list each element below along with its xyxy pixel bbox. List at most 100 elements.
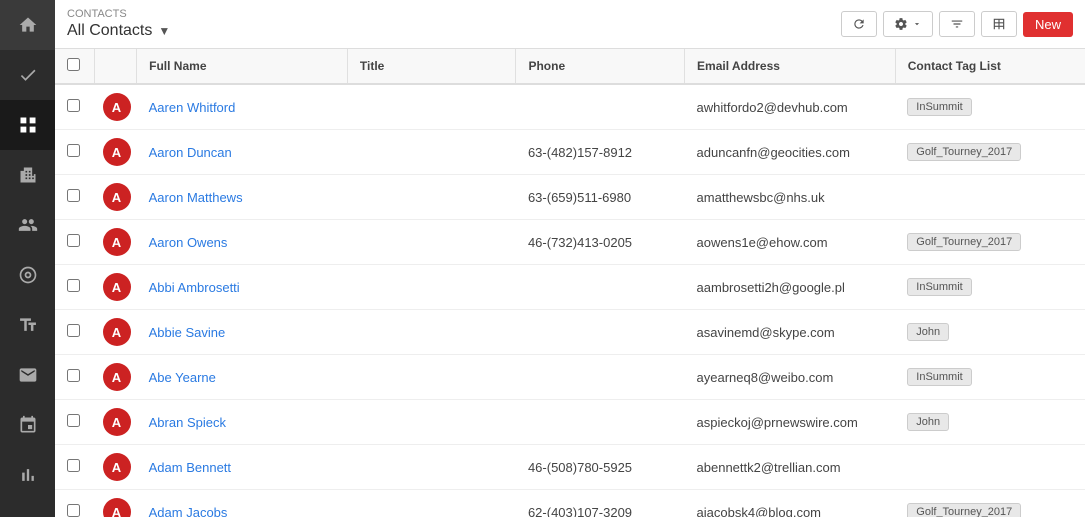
toolbar-buttons: New xyxy=(841,11,1073,37)
row-name[interactable]: Abbie Savine xyxy=(137,310,348,355)
row-phone: 46-(732)413-0205 xyxy=(516,220,685,265)
check-icon xyxy=(18,65,38,85)
text-icon xyxy=(18,315,38,335)
row-checkbox[interactable] xyxy=(67,279,80,292)
columns-button[interactable] xyxy=(981,11,1017,37)
table-row: A Abbi Ambrosetti aambrosetti2h@google.p… xyxy=(55,265,1085,310)
row-name[interactable]: Aaron Matthews xyxy=(137,175,348,220)
row-name[interactable]: Adam Jacobs xyxy=(137,490,348,517)
select-all-checkbox[interactable] xyxy=(67,58,80,71)
row-checkbox[interactable] xyxy=(67,324,80,337)
sidebar-item-email[interactable] xyxy=(0,350,55,400)
sidebar-item-people[interactable] xyxy=(0,200,55,250)
row-tags xyxy=(895,175,1085,220)
table-row: A Aaron Matthews 63-(659)511-6980 amatth… xyxy=(55,175,1085,220)
row-title xyxy=(347,265,516,310)
people-icon xyxy=(18,215,38,235)
row-checkbox-cell xyxy=(55,445,95,490)
sidebar-item-home[interactable] xyxy=(0,0,55,50)
refresh-button[interactable] xyxy=(841,11,877,37)
avatar: A xyxy=(103,273,131,301)
tag-badge[interactable]: Golf_Tourney_2017 xyxy=(907,143,1021,161)
row-email: awhitfordo2@devhub.com xyxy=(685,84,896,130)
tag-badge[interactable]: InSummit xyxy=(907,368,971,386)
filter-button[interactable] xyxy=(939,11,975,37)
sidebar-item-text[interactable] xyxy=(0,300,55,350)
row-title xyxy=(347,175,516,220)
row-tags: InSummit xyxy=(895,265,1085,310)
new-button[interactable]: New xyxy=(1023,12,1073,37)
columns-icon xyxy=(992,17,1006,31)
row-name[interactable]: Abran Spieck xyxy=(137,400,348,445)
title-dropdown-icon[interactable]: ▼ xyxy=(158,24,170,38)
sidebar-item-contacts[interactable] xyxy=(0,100,55,150)
row-checkbox[interactable] xyxy=(67,99,80,112)
row-phone xyxy=(516,310,685,355)
row-title xyxy=(347,130,516,175)
row-phone: 63-(482)157-8912 xyxy=(516,130,685,175)
tag-badge[interactable]: InSummit xyxy=(907,98,971,116)
page-title: All Contacts xyxy=(67,22,152,40)
row-checkbox-cell xyxy=(55,490,95,517)
header-bar: CONTACTS All Contacts ▼ New xyxy=(55,0,1085,49)
refresh-icon xyxy=(852,17,866,31)
avatar: A xyxy=(103,318,131,346)
row-email: asavinemd@skype.com xyxy=(685,310,896,355)
sidebar-item-reports[interactable] xyxy=(0,450,55,500)
sidebar-item-calendar[interactable] xyxy=(0,400,55,450)
row-name[interactable]: Aaren Whitford xyxy=(137,84,348,130)
row-name[interactable]: Aaron Owens xyxy=(137,220,348,265)
row-name[interactable]: Adam Bennett xyxy=(137,445,348,490)
table-row: A Abran Spieck aspieckoj@prnewswire.com … xyxy=(55,400,1085,445)
home-icon xyxy=(18,15,38,35)
row-checkbox[interactable] xyxy=(67,189,80,202)
row-checkbox-cell xyxy=(55,130,95,175)
row-checkbox[interactable] xyxy=(67,459,80,472)
row-phone xyxy=(516,400,685,445)
row-title xyxy=(347,445,516,490)
row-checkbox[interactable] xyxy=(67,144,80,157)
tag-badge[interactable]: Golf_Tourney_2017 xyxy=(907,233,1021,251)
avatar: A xyxy=(103,183,131,211)
row-title xyxy=(347,355,516,400)
row-name[interactable]: Aaron Duncan xyxy=(137,130,348,175)
email-icon xyxy=(18,365,38,385)
row-checkbox[interactable] xyxy=(67,234,80,247)
tag-badge[interactable]: Golf_Tourney_2017 xyxy=(907,503,1021,517)
sidebar-item-companies[interactable] xyxy=(0,150,55,200)
row-tags: Golf_Tourney_2017 xyxy=(895,220,1085,265)
row-phone: 46-(508)780-5925 xyxy=(516,445,685,490)
row-title xyxy=(347,490,516,517)
settings-dropdown-icon xyxy=(912,19,922,29)
row-tags: InSummit xyxy=(895,355,1085,400)
avatar: A xyxy=(103,363,131,391)
tag-badge[interactable]: John xyxy=(907,323,949,341)
settings-button[interactable] xyxy=(883,11,933,37)
header-phone[interactable]: Phone xyxy=(516,49,685,84)
sidebar-item-targets[interactable] xyxy=(0,250,55,300)
row-checkbox[interactable] xyxy=(67,369,80,382)
row-name[interactable]: Abe Yearne xyxy=(137,355,348,400)
header-fullname[interactable]: Full Name xyxy=(137,49,348,84)
row-tags: InSummit xyxy=(895,84,1085,130)
sidebar-item-tasks[interactable] xyxy=(0,50,55,100)
row-name[interactable]: Abbi Ambrosetti xyxy=(137,265,348,310)
header-title[interactable]: Title xyxy=(347,49,516,84)
row-email: abennettk2@trellian.com xyxy=(685,445,896,490)
row-checkbox[interactable] xyxy=(67,414,80,427)
row-title xyxy=(347,84,516,130)
row-checkbox-cell xyxy=(55,400,95,445)
tag-badge[interactable]: John xyxy=(907,413,949,431)
header-email[interactable]: Email Address xyxy=(685,49,896,84)
table-row: A Aaron Owens 46-(732)413-0205 aowens1e@… xyxy=(55,220,1085,265)
row-avatar-cell: A xyxy=(95,490,137,517)
row-tags: John xyxy=(895,400,1085,445)
table-row: A Abbie Savine asavinemd@skype.com John xyxy=(55,310,1085,355)
header-tags[interactable]: Contact Tag List xyxy=(895,49,1085,84)
reports-icon xyxy=(18,465,38,485)
row-checkbox[interactable] xyxy=(67,504,80,517)
avatar: A xyxy=(103,408,131,436)
tag-badge[interactable]: InSummit xyxy=(907,278,971,296)
table-row: A Adam Jacobs 62-(403)107-3209 ajacobsk4… xyxy=(55,490,1085,517)
row-title xyxy=(347,310,516,355)
